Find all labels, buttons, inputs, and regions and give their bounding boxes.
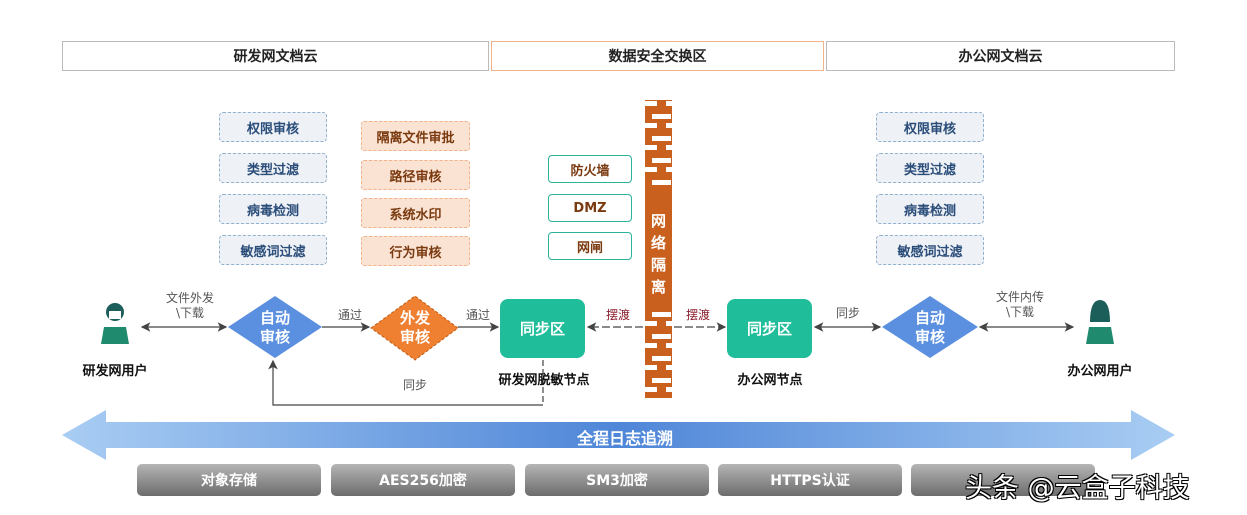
sync-back-label: 同步 [402, 378, 427, 392]
outbound-review-label: 外发 审核 [399, 309, 430, 346]
right-user-icon [1086, 300, 1114, 344]
right-node-label: 办公网节点 [737, 373, 803, 388]
tech-https: HTTPS认证 [718, 464, 902, 496]
pass-label: 通过 [337, 308, 362, 322]
ferry-label: 摆渡 [685, 308, 710, 322]
left-user-edge-label: 文件外发 \下载 [165, 291, 214, 320]
log-trace-label: 全程日志追溯 [576, 429, 673, 448]
right-sync-zone: 同步区 [727, 299, 812, 358]
tech-aes256: AES256加密 [331, 464, 515, 496]
tech-object-storage: 对象存储 [137, 464, 321, 496]
left-sync-zone: 同步区 [500, 299, 585, 358]
left-user-label: 研发网用户 [82, 364, 148, 379]
tech-sm3: SM3加密 [525, 464, 709, 496]
ferry-label: 摆渡 [605, 308, 630, 322]
left-user-icon [101, 303, 129, 344]
wall-label: 网络隔离 [650, 212, 666, 296]
pass-label: 通过 [465, 308, 490, 322]
right-user-edge-label: 文件内传 \下载 [995, 290, 1044, 319]
right-sync-edge-label: 同步 [835, 306, 860, 320]
left-node-label: 研发网脱敏节点 [498, 373, 590, 388]
right-auto-review-label: 自动 审核 [914, 309, 945, 346]
left-auto-review-label: 自动 审核 [259, 309, 290, 346]
right-user-label: 办公网用户 [1067, 364, 1133, 379]
watermark: 头条 @云盒子科技 [965, 473, 1190, 504]
